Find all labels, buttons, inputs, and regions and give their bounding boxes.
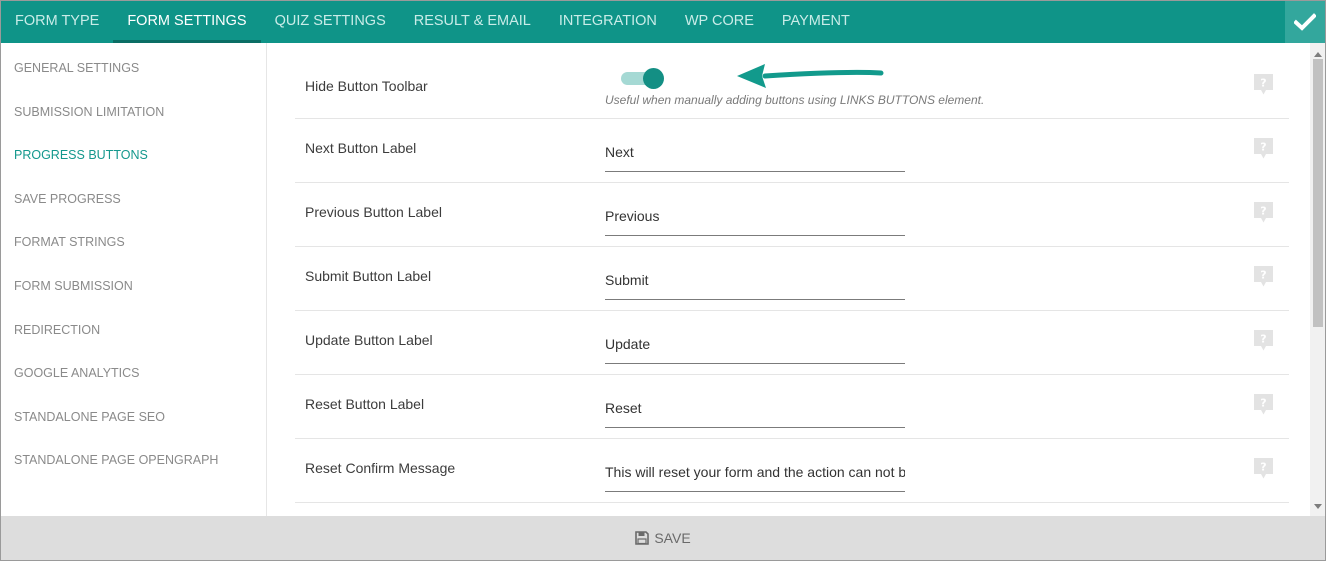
checkmark-icon [1294, 13, 1316, 31]
setting-label: Reset Confirm Message [305, 460, 456, 476]
setting-row-update-label: Update Button Label ? [295, 311, 1289, 375]
tab-wp-core[interactable]: WP CORE [671, 1, 768, 43]
help-icon[interactable]: ? [1254, 458, 1273, 479]
tab-quiz-settings[interactable]: QUIZ SETTINGS [261, 1, 400, 43]
setting-label: Previous Button Label [305, 204, 442, 220]
next-label-field [605, 135, 905, 172]
sidebar-item-save-progress[interactable]: SAVE PROGRESS [1, 174, 266, 218]
setting-label: Reset Button Label [305, 396, 425, 412]
setting-row-reset-confirm: Reset Confirm Message ? [295, 439, 1289, 503]
svg-text:?: ? [1260, 205, 1266, 218]
sidebar-item-progress-buttons[interactable]: PROGRESS BUTTONS [1, 130, 266, 174]
setting-row-submit-label: Submit Button Label ? [295, 247, 1289, 311]
settings-panel: Hide Button Toolbar Useful when manually… [268, 43, 1310, 516]
sidebar-item-form-submission[interactable]: FORM SUBMISSION [1, 261, 266, 305]
help-icon[interactable]: ? [1254, 202, 1273, 223]
sidebar: GENERAL SETTINGS SUBMISSION LIMITATION P… [1, 43, 267, 516]
tab-result-email[interactable]: RESULT & EMAIL [400, 1, 545, 43]
reset-label-input[interactable] [605, 400, 905, 416]
reset-confirm-field [605, 455, 905, 492]
help-icon[interactable]: ? [1254, 138, 1273, 159]
setting-row-reset-label: Reset Button Label ? [295, 375, 1289, 439]
setting-label: Hide Button Toolbar [305, 78, 428, 94]
tab-integration[interactable]: INTEGRATION [545, 1, 671, 43]
floppy-disk-icon [635, 531, 650, 545]
scrollbar[interactable] [1310, 43, 1325, 516]
scroll-down-icon[interactable] [1314, 504, 1322, 509]
submit-label-input[interactable] [605, 272, 905, 288]
sidebar-item-submission-limitation[interactable]: SUBMISSION LIMITATION [1, 87, 266, 131]
setting-row-hide-toolbar: Hide Button Toolbar Useful when manually… [295, 43, 1289, 119]
hide-toolbar-toggle[interactable] [619, 67, 667, 89]
previous-label-input[interactable] [605, 208, 905, 224]
tab-payment[interactable]: PAYMENT [768, 1, 864, 43]
help-icon[interactable]: ? [1254, 266, 1273, 287]
tab-form-settings[interactable]: FORM SETTINGS [113, 1, 261, 43]
update-label-field [605, 327, 905, 364]
toggle-knob [643, 68, 664, 89]
scrollbar-thumb[interactable] [1313, 59, 1323, 327]
setting-label: Update Button Label [305, 332, 433, 348]
previous-label-field [605, 199, 905, 236]
svg-text:?: ? [1260, 77, 1266, 90]
reset-confirm-input[interactable] [605, 464, 905, 480]
confirm-button[interactable] [1285, 1, 1325, 43]
help-icon[interactable]: ? [1254, 330, 1273, 351]
sidebar-item-format-strings[interactable]: FORMAT STRINGS [1, 217, 266, 261]
help-icon[interactable]: ? [1254, 74, 1273, 95]
svg-text:?: ? [1260, 333, 1266, 346]
setting-row-previous-label: Previous Button Label ? [295, 183, 1289, 247]
settings-window: FORM TYPE FORM SETTINGS QUIZ SETTINGS RE… [0, 0, 1326, 561]
tab-form-type[interactable]: FORM TYPE [1, 1, 113, 43]
arrow-icon [737, 64, 884, 88]
settings-list: Hide Button Toolbar Useful when manually… [295, 43, 1289, 503]
svg-text:?: ? [1260, 397, 1266, 410]
sidebar-item-google-analytics[interactable]: GOOGLE ANALYTICS [1, 348, 266, 392]
hide-toolbar-hint: Useful when manually adding buttons usin… [605, 93, 985, 107]
submit-label-field [605, 263, 905, 300]
setting-label: Next Button Label [305, 140, 417, 156]
footer-bar: SAVE [1, 516, 1325, 560]
sidebar-item-standalone-page-opengraph[interactable]: STANDALONE PAGE OPENGRAPH [1, 435, 266, 479]
svg-text:?: ? [1260, 141, 1266, 154]
setting-label: Submit Button Label [305, 268, 432, 284]
reset-label-field [605, 391, 905, 428]
svg-text:?: ? [1260, 461, 1266, 474]
svg-text:?: ? [1260, 269, 1266, 282]
next-label-input[interactable] [605, 144, 905, 160]
update-label-input[interactable] [605, 336, 905, 352]
sidebar-item-general-settings[interactable]: GENERAL SETTINGS [1, 43, 266, 87]
setting-row-next-label: Next Button Label ? [295, 119, 1289, 183]
top-nav: FORM TYPE FORM SETTINGS QUIZ SETTINGS RE… [1, 1, 1325, 43]
sidebar-item-standalone-page-seo[interactable]: STANDALONE PAGE SEO [1, 392, 266, 436]
save-label: SAVE [654, 530, 691, 546]
sidebar-item-redirection[interactable]: REDIRECTION [1, 305, 266, 349]
scroll-up-icon[interactable] [1314, 52, 1322, 57]
save-button[interactable]: SAVE [635, 530, 691, 546]
help-icon[interactable]: ? [1254, 394, 1273, 415]
